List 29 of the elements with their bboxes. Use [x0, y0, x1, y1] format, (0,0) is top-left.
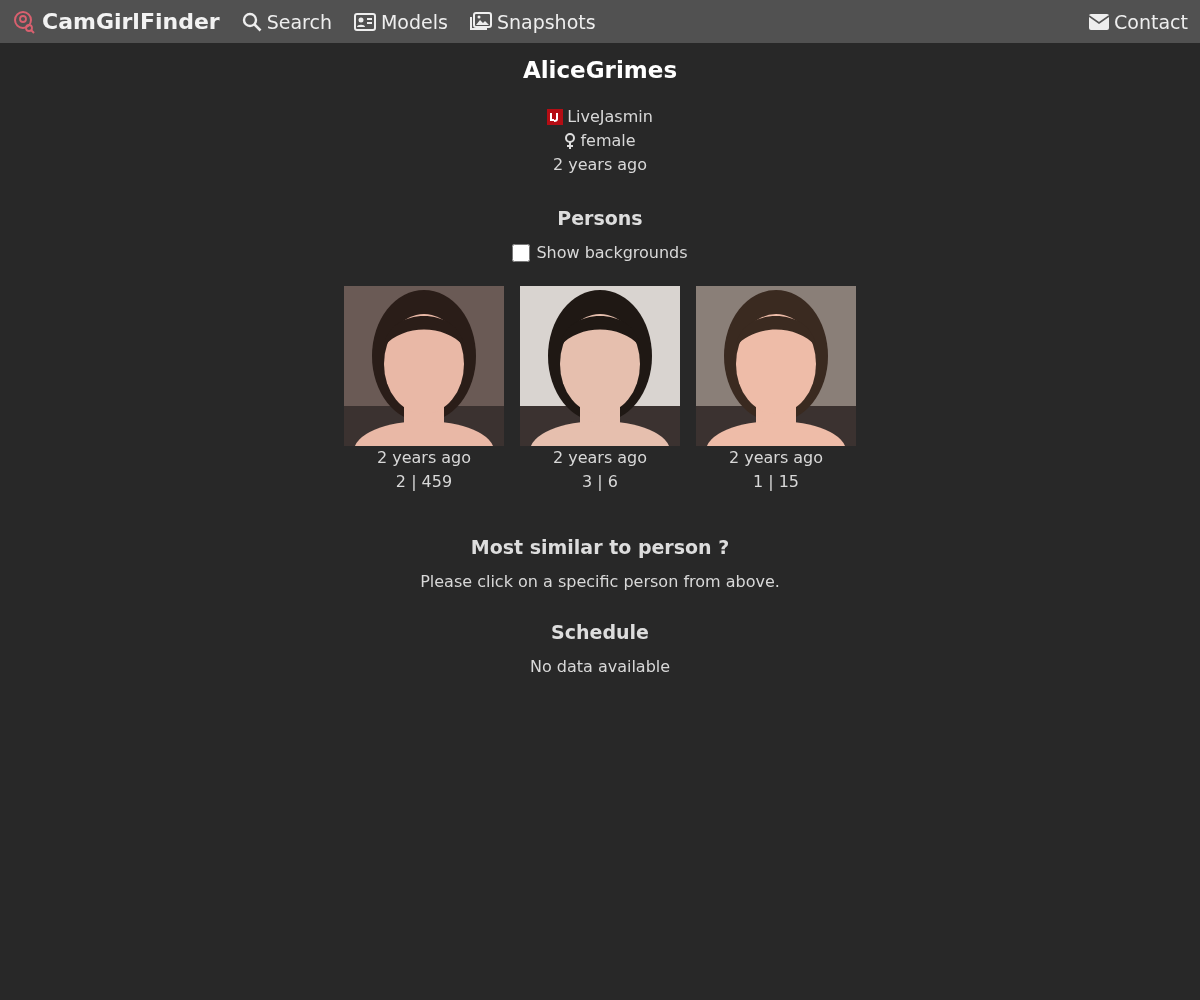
site-logo-icon [547, 109, 564, 125]
envelope-icon [1089, 13, 1110, 30]
contact-nav-link[interactable]: Contact [1089, 10, 1188, 33]
hint-text: Please click on a specific person from above. [420, 572, 780, 591]
person-search-icon [12, 9, 36, 34]
brand-link[interactable]: CamGirlFinder [12, 9, 220, 34]
snapshots-nav-link[interactable]: Snapshots [469, 10, 596, 33]
search-nav-link[interactable]: Search [241, 10, 332, 33]
id-card-icon [353, 12, 376, 31]
backgrounds-checkbox[interactable] [512, 243, 531, 262]
section-heading: Schedule [551, 621, 649, 643]
empty-message: No data available [529, 657, 671, 676]
search-icon [241, 11, 262, 32]
snapshot-counts: 3 | 6 [582, 471, 618, 493]
snapshot-time: 2 years ago [552, 447, 648, 469]
snapshot-counts: 1 | 15 [752, 471, 800, 493]
snapshot-counts: 2 | 459 [395, 471, 453, 493]
gender-label: female [580, 130, 636, 152]
snapshot-time: 2 years ago [376, 447, 472, 469]
model-name: AliceGrimes [522, 57, 678, 83]
checkbox-label: Show backgrounds [536, 243, 688, 262]
images-icon [469, 11, 492, 32]
section-heading: Most similar to person ? [470, 536, 730, 558]
site-name: LiveJasmin [567, 106, 653, 128]
last-seen-time: 2 years ago [552, 154, 648, 176]
models-nav-link[interactable]: Models [353, 10, 448, 33]
snapshot-time: 2 years ago [728, 447, 824, 469]
female-symbol-icon [564, 133, 577, 149]
section-heading: Persons [557, 207, 643, 229]
